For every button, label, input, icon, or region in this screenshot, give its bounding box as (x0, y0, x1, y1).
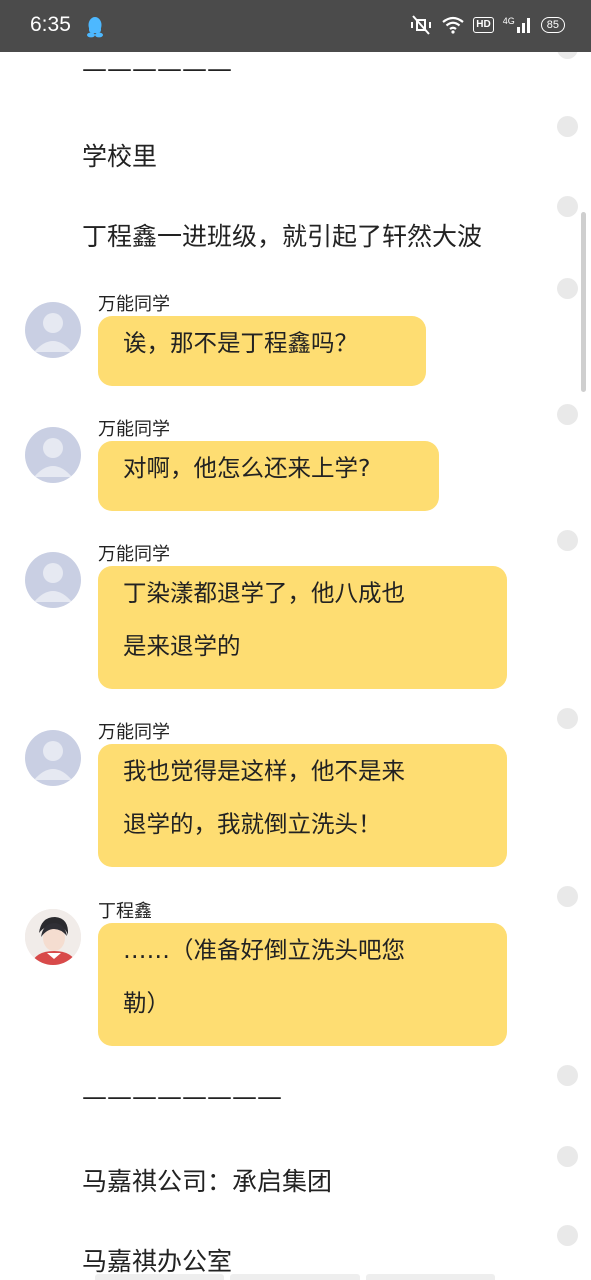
side-dot[interactable] (557, 1065, 578, 1086)
qq-penguin-icon (87, 17, 103, 38)
side-dots (557, 52, 579, 1280)
overlay-segment (230, 1274, 360, 1280)
narration-line-school: 学校里 (82, 142, 158, 171)
side-dot[interactable] (557, 278, 578, 299)
sender-name: 万能同学 (98, 419, 170, 440)
character-photo-icon (25, 909, 81, 965)
side-dot[interactable] (557, 52, 578, 59)
sender-name: 万能同学 (98, 544, 170, 565)
chat-bubble[interactable]: 诶，那不是丁程鑫吗？ (98, 316, 426, 386)
wifi-icon (442, 16, 464, 34)
chat-message: 万能同学 丁染漾都退学了，他八成也 是来退学的 (0, 540, 560, 690)
sender-name: 丁程鑫 (98, 901, 152, 922)
default-avatar[interactable] (25, 730, 81, 786)
scrollbar-thumb[interactable] (581, 212, 586, 392)
status-icons: HD 4G 85 (409, 14, 565, 36)
default-person-icon (34, 741, 72, 780)
side-dot[interactable] (557, 886, 578, 907)
mute-vibrate-icon (411, 15, 432, 35)
side-dot[interactable] (557, 116, 578, 137)
side-dot[interactable] (557, 196, 578, 217)
side-dot[interactable] (557, 530, 578, 551)
chat-message: 万能同学 诶，那不是丁程鑫吗？ (0, 290, 560, 390)
default-avatar[interactable] (25, 427, 81, 483)
divider-mid: ———————— (82, 1082, 282, 1111)
battery-indicator: 85 (540, 17, 565, 33)
chat-story-content[interactable]: —————— 学校里 丁程鑫一进班级，就引起了轩然大波 万能同学 诶，那不是丁程… (0, 52, 591, 1280)
overlay-segment (95, 1274, 225, 1280)
side-dot[interactable] (557, 1225, 578, 1246)
narration-line-office: 马嘉祺办公室 (82, 1247, 233, 1276)
character-photo-avatar[interactable] (25, 909, 81, 965)
chat-message: 丁程鑫 ……（准备好倒立洗头吧您 勒） (0, 897, 560, 1047)
default-person-icon (34, 313, 72, 352)
default-avatar[interactable] (25, 552, 81, 608)
default-person-icon (34, 563, 72, 602)
default-avatar[interactable] (25, 302, 81, 358)
chat-bubble[interactable]: 对啊，他怎么还来上学? (98, 441, 439, 511)
chat-message: 万能同学 对啊，他怎么还来上学? (0, 415, 560, 515)
side-dot[interactable] (557, 708, 578, 729)
hd-badge: HD (473, 17, 494, 33)
default-person-icon (34, 438, 72, 477)
side-dot[interactable] (557, 404, 578, 425)
cellular-signal-icon: 4G (503, 17, 532, 33)
narration-line-enter: 丁程鑫一进班级，就引起了轩然大波 (82, 222, 483, 251)
status-time: 6:35 (30, 13, 71, 36)
narration-line-company: 马嘉祺公司：承启集团 (82, 1167, 333, 1196)
overlay-segment (365, 1274, 495, 1280)
chat-bubble[interactable]: 我也觉得是这样，他不是来 退学的，我就倒立洗头！ (98, 744, 507, 867)
chat-bubble[interactable]: ……（准备好倒立洗头吧您 勒） (98, 923, 507, 1046)
bottom-overlay (95, 1274, 495, 1280)
sender-name: 万能同学 (98, 294, 170, 315)
divider-top: —————— (82, 54, 232, 83)
side-dot[interactable] (557, 1146, 578, 1167)
chat-bubble[interactable]: 丁染漾都退学了，他八成也 是来退学的 (98, 566, 507, 689)
chat-message: 万能同学 我也觉得是这样，他不是来 退学的，我就倒立洗头！ (0, 718, 560, 868)
sender-name: 万能同学 (98, 722, 170, 743)
status-bar: 6:35 HD 4G 85 (0, 0, 591, 52)
